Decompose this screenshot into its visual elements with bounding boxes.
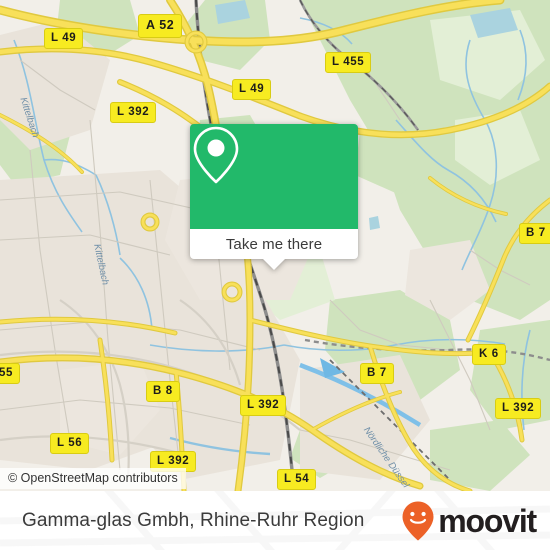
road-shield: L 49 [44,28,84,49]
road-shield: L 49 [232,79,272,100]
road-shield: B 8 [146,381,180,402]
page-footer: Gamma-glas Gmbh, Rhine-Ruhr Region moovi… [0,491,550,550]
road-shield: L 392 [495,398,542,419]
callout-tail [262,258,286,270]
road-shield: B 7 [519,223,550,244]
road-shield: 55 [0,363,20,384]
page-title: Gamma-glas Gmbh, Rhine-Ruhr Region [22,509,365,531]
moovit-logo[interactable]: moovit [400,500,537,542]
road-shield: L 392 [240,395,287,416]
callout-pin-panel [190,124,358,229]
moovit-pin-smiley-icon [402,501,434,540]
screenshot-root: L 49 A 52 L 455 L 49 L 392 B 7 K 6 B 7 55 B 8 L 39… [0,0,550,550]
road-shield: L 54 [277,469,317,490]
road-shield: L 56 [50,433,90,454]
map-canvas[interactable]: L 49 A 52 L 455 L 49 L 392 B 7 K 6 B 7 55 B 8 L 39… [0,0,550,491]
map-pin-icon [193,126,239,184]
road-shield: L 455 [325,52,372,73]
location-callout[interactable]: Take me there [190,124,358,270]
road-shield: L 392 [110,102,157,123]
road-shield: K 6 [472,344,506,365]
take-me-there-label: Take me there [225,235,323,253]
callout-action-panel[interactable]: Take me there [190,229,358,270]
road-shield: B 7 [360,363,394,384]
osm-attribution[interactable]: © OpenStreetMap contributors [0,468,186,489]
moovit-wordmark: moovit [438,502,537,539]
road-shield: A 52 [138,14,183,38]
